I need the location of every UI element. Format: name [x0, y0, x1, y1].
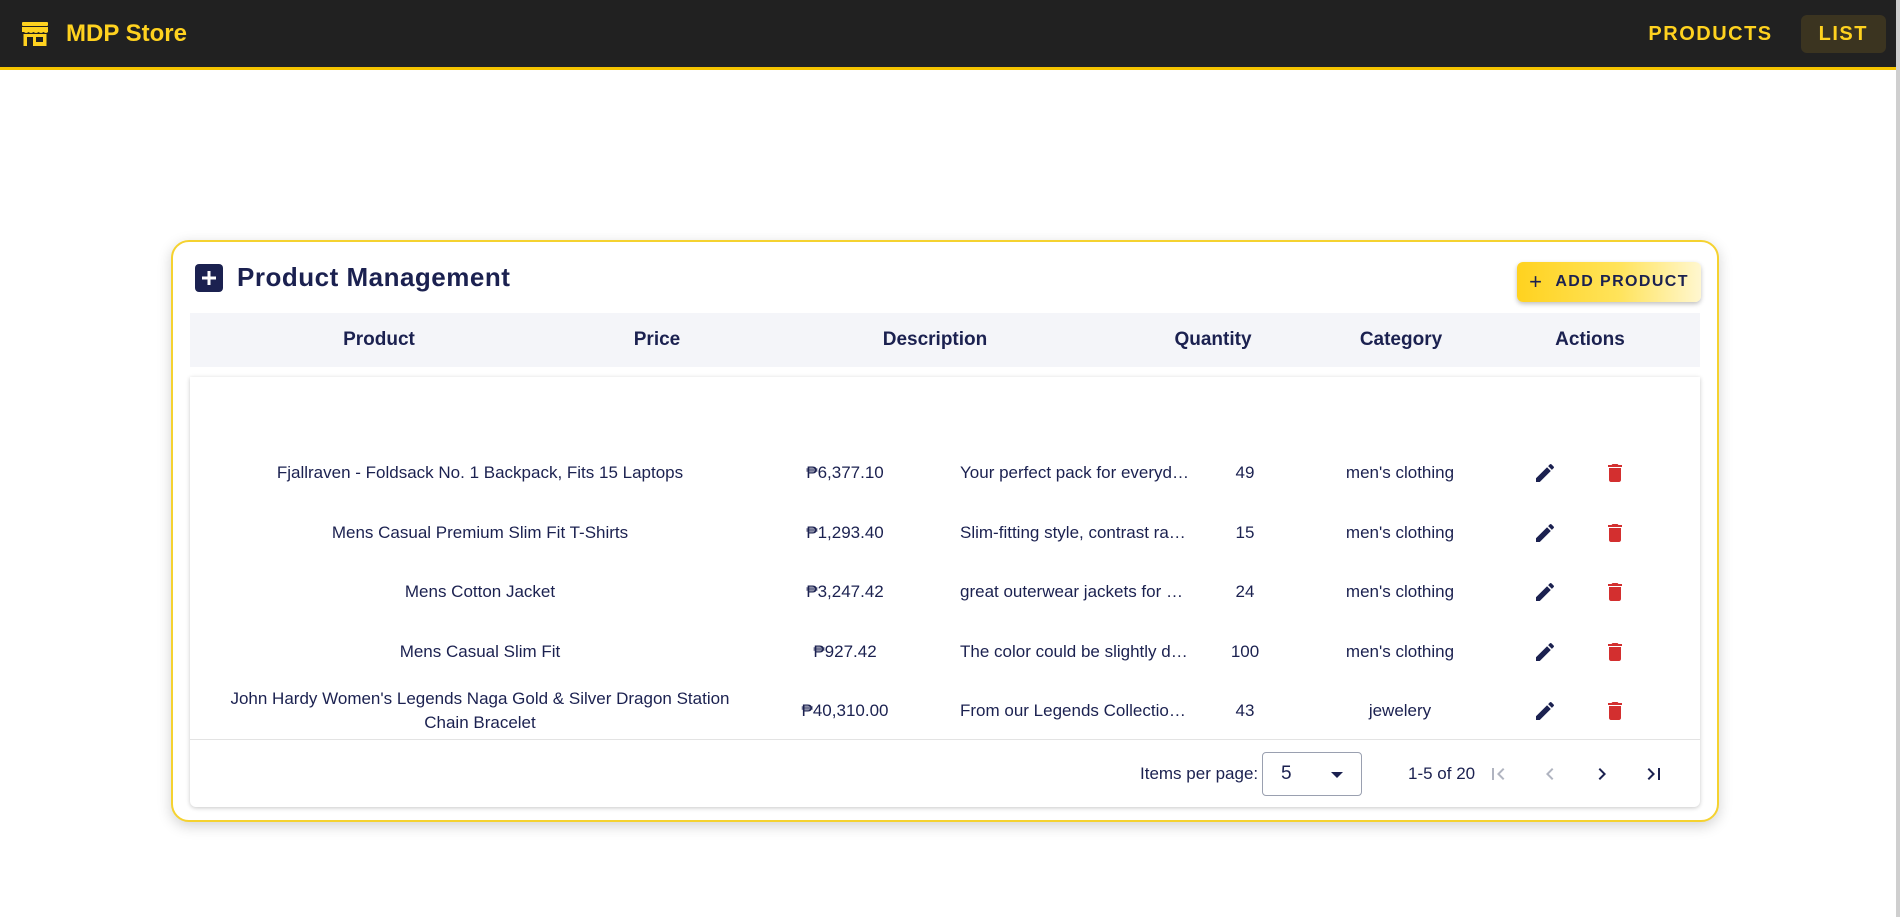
- pencil-icon: [1536, 582, 1555, 601]
- page-range-label: 1-5 of 20: [1408, 764, 1476, 783]
- first-page-button[interactable]: [1478, 754, 1518, 794]
- column-header-actions: Actions: [1555, 329, 1625, 350]
- delete-button[interactable]: [1590, 521, 1640, 545]
- edit-button[interactable]: [1500, 640, 1590, 664]
- cell-quantity: 100: [1230, 641, 1260, 661]
- add-box-icon: [195, 263, 223, 292]
- nav-list-button[interactable]: LIST: [1800, 15, 1886, 53]
- nav-products-button[interactable]: PRODUCTS: [1630, 15, 1790, 53]
- pencil-icon: [1536, 701, 1555, 720]
- cell-description: great outerwear jackets for Spri...: [960, 581, 1190, 601]
- pencil-icon: [1536, 642, 1555, 661]
- brand[interactable]: MDP Store: [20, 14, 187, 54]
- edit-button[interactable]: [1500, 699, 1590, 723]
- product-management-card: Product Management + ADD PRODUCT Product…: [171, 240, 1719, 822]
- cell-product: Mens Cotton Jacket: [404, 581, 556, 601]
- edit-button[interactable]: [1500, 461, 1590, 485]
- edit-button[interactable]: [1500, 580, 1590, 604]
- cell-category: men's clothing: [1345, 522, 1455, 542]
- paginator: Items per page: 5 1-5 of 20: [190, 739, 1700, 808]
- top-nav: PRODUCTS LIST: [1620, 15, 1886, 53]
- chevron-right-icon: [1598, 768, 1606, 780]
- cell-category: men's clothing: [1345, 641, 1455, 661]
- delete-button[interactable]: [1590, 640, 1640, 664]
- column-header-description[interactable]: Description: [746, 329, 1124, 351]
- column-header-category[interactable]: Category: [1302, 329, 1500, 351]
- delete-button[interactable]: [1590, 580, 1640, 604]
- previous-page-button[interactable]: [1530, 754, 1570, 794]
- first-page-icon: [1492, 768, 1505, 780]
- trash-icon: [1608, 582, 1622, 601]
- cell-product: John Hardy Women's Legends Naga Gold & S…: [230, 688, 730, 732]
- trash-icon: [1608, 642, 1622, 661]
- top-toolbar: MDP Store PRODUCTS LIST: [0, 0, 1896, 70]
- last-page-icon: [1647, 768, 1660, 780]
- items-per-page-select[interactable]: 5: [1262, 752, 1362, 796]
- cell-description: Your perfect pack for everyday u...: [960, 462, 1190, 482]
- cell-price: ₱1,293.40: [806, 522, 884, 542]
- table-row: Mens Cotton Jacket ₱3,247.42 great outer…: [190, 562, 1700, 621]
- cell-category: men's clothing: [1345, 462, 1455, 482]
- cell-category: men's clothing: [1345, 581, 1455, 601]
- table-row: John Hardy Women's Legends Naga Gold & S…: [190, 681, 1700, 740]
- items-per-page-label: Items per page:: [1140, 764, 1259, 783]
- cell-quantity: 49: [1235, 462, 1255, 482]
- cell-price: ₱3,247.42: [806, 581, 884, 601]
- cell-description: From our Legends Collection, th...: [960, 700, 1190, 720]
- cell-product: Fjallraven - Foldsack No. 1 Backpack, Fi…: [276, 462, 684, 482]
- chevron-left-icon: [1546, 768, 1554, 780]
- trash-icon: [1608, 701, 1622, 720]
- delete-button[interactable]: [1590, 699, 1640, 723]
- cell-price: ₱927.42: [813, 641, 877, 661]
- cell-price: ₱6,377.10: [806, 462, 884, 482]
- cell-quantity: 24: [1235, 581, 1255, 601]
- last-page-button[interactable]: [1634, 754, 1674, 794]
- trash-icon: [1608, 523, 1622, 542]
- table-body: Fjallraven - Foldsack No. 1 Backpack, Fi…: [190, 377, 1700, 807]
- table-header: Product Price Description Quantity Categ…: [190, 313, 1700, 367]
- page-scrollbar[interactable]: [1896, 0, 1900, 917]
- plus-icon: +: [1529, 269, 1544, 294]
- brand-name: MDP Store: [66, 20, 187, 47]
- pencil-icon: [1536, 523, 1555, 542]
- next-page-button[interactable]: [1582, 754, 1622, 794]
- cell-description: The color could be slightly differ...: [960, 641, 1190, 661]
- pager-buttons: [1478, 754, 1686, 794]
- column-header-price[interactable]: Price: [568, 329, 746, 351]
- cell-product: Mens Casual Slim Fit: [399, 641, 561, 661]
- page-title: Product Management: [237, 262, 511, 292]
- column-header-quantity[interactable]: Quantity: [1124, 329, 1302, 351]
- add-product-label: ADD PRODUCT: [1555, 273, 1689, 290]
- table-row: Mens Casual Slim Fit ₱927.42 The color c…: [190, 622, 1700, 681]
- table-row: Fjallraven - Foldsack No. 1 Backpack, Fi…: [190, 443, 1700, 502]
- pencil-icon: [1536, 463, 1555, 482]
- cell-quantity: 43: [1235, 700, 1255, 720]
- card-header: Product Management: [195, 262, 510, 293]
- items-per-page-value: 5: [1281, 763, 1292, 784]
- chevron-down-icon: [1331, 772, 1343, 778]
- cell-price: ₱40,310.00: [801, 700, 889, 720]
- cell-quantity: 15: [1235, 522, 1255, 542]
- cell-description: Slim-fitting style, contrast raglan...: [960, 522, 1190, 542]
- trash-icon: [1608, 463, 1622, 482]
- edit-button[interactable]: [1500, 521, 1590, 545]
- cell-product: Mens Casual Premium Slim Fit T-Shirts: [331, 522, 629, 542]
- cell-category: jewelery: [1368, 700, 1432, 720]
- add-product-button[interactable]: + ADD PRODUCT: [1517, 262, 1701, 302]
- delete-button[interactable]: [1590, 461, 1640, 485]
- column-header-product[interactable]: Product: [190, 329, 568, 351]
- storefront-icon: [22, 22, 48, 46]
- table-row: Mens Casual Premium Slim Fit T-Shirts ₱1…: [190, 503, 1700, 562]
